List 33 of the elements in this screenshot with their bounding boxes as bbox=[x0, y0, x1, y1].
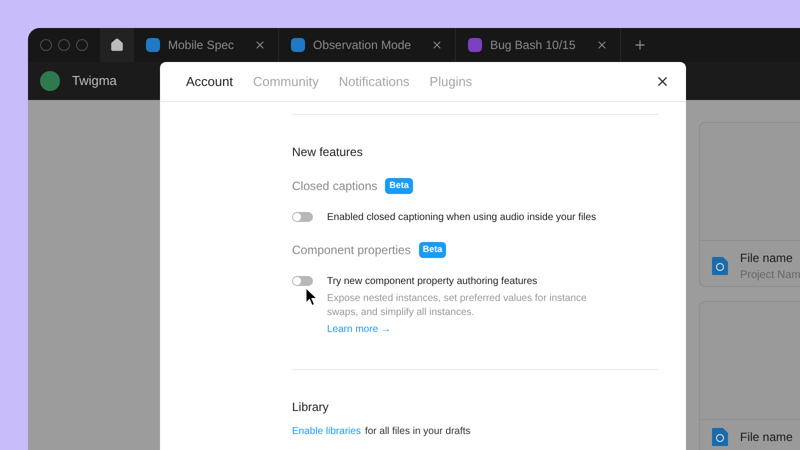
home-icon bbox=[110, 38, 124, 52]
tab-label: Observation Mode bbox=[313, 37, 412, 54]
close-icon[interactable] bbox=[254, 39, 266, 51]
tab-label: Bug Bash 10/15 bbox=[490, 37, 576, 54]
toggle-label: Try new component property authoring features bbox=[327, 275, 538, 289]
enable-libraries-link[interactable]: Enable libraries bbox=[292, 424, 361, 439]
home-tab[interactable] bbox=[100, 28, 134, 62]
file-icon bbox=[712, 428, 728, 446]
close-icon[interactable] bbox=[655, 74, 670, 89]
mouse-pointer-icon bbox=[305, 287, 318, 307]
learn-more-link[interactable]: Learn more → bbox=[327, 322, 607, 337]
toggle-label: Enabled closed captioning when using audio inside your files bbox=[327, 211, 596, 225]
file-name: File name bbox=[740, 250, 794, 267]
section-title: Library bbox=[292, 399, 330, 416]
file-card[interactable]: File name bbox=[699, 301, 800, 450]
app-logo-icon bbox=[40, 71, 60, 91]
toggle-switch[interactable] bbox=[292, 212, 313, 222]
beta-badge: Beta bbox=[418, 242, 446, 258]
feature-title: Closed captions bbox=[292, 178, 378, 195]
toggle-switch[interactable] bbox=[292, 276, 313, 286]
library-text: for all files in your drafts bbox=[364, 425, 471, 439]
close-icon[interactable] bbox=[431, 39, 444, 51]
feature-title: Component properties bbox=[292, 242, 411, 259]
file-name: File name bbox=[740, 429, 793, 446]
section-title: New features bbox=[292, 144, 364, 161]
beta-badge: Beta bbox=[385, 178, 413, 194]
app-name: Twigma bbox=[72, 72, 117, 90]
feature-description: Expose nested instances, set preferred values for instance swaps, and simplify all instances. bbox=[327, 292, 588, 320]
settings-tab[interactable]: Account bbox=[186, 72, 233, 92]
close-icon[interactable] bbox=[596, 39, 608, 51]
new-tab-icon[interactable] bbox=[632, 38, 647, 52]
file-icon bbox=[712, 257, 728, 276]
tab-label: Mobile Spec bbox=[168, 37, 234, 54]
